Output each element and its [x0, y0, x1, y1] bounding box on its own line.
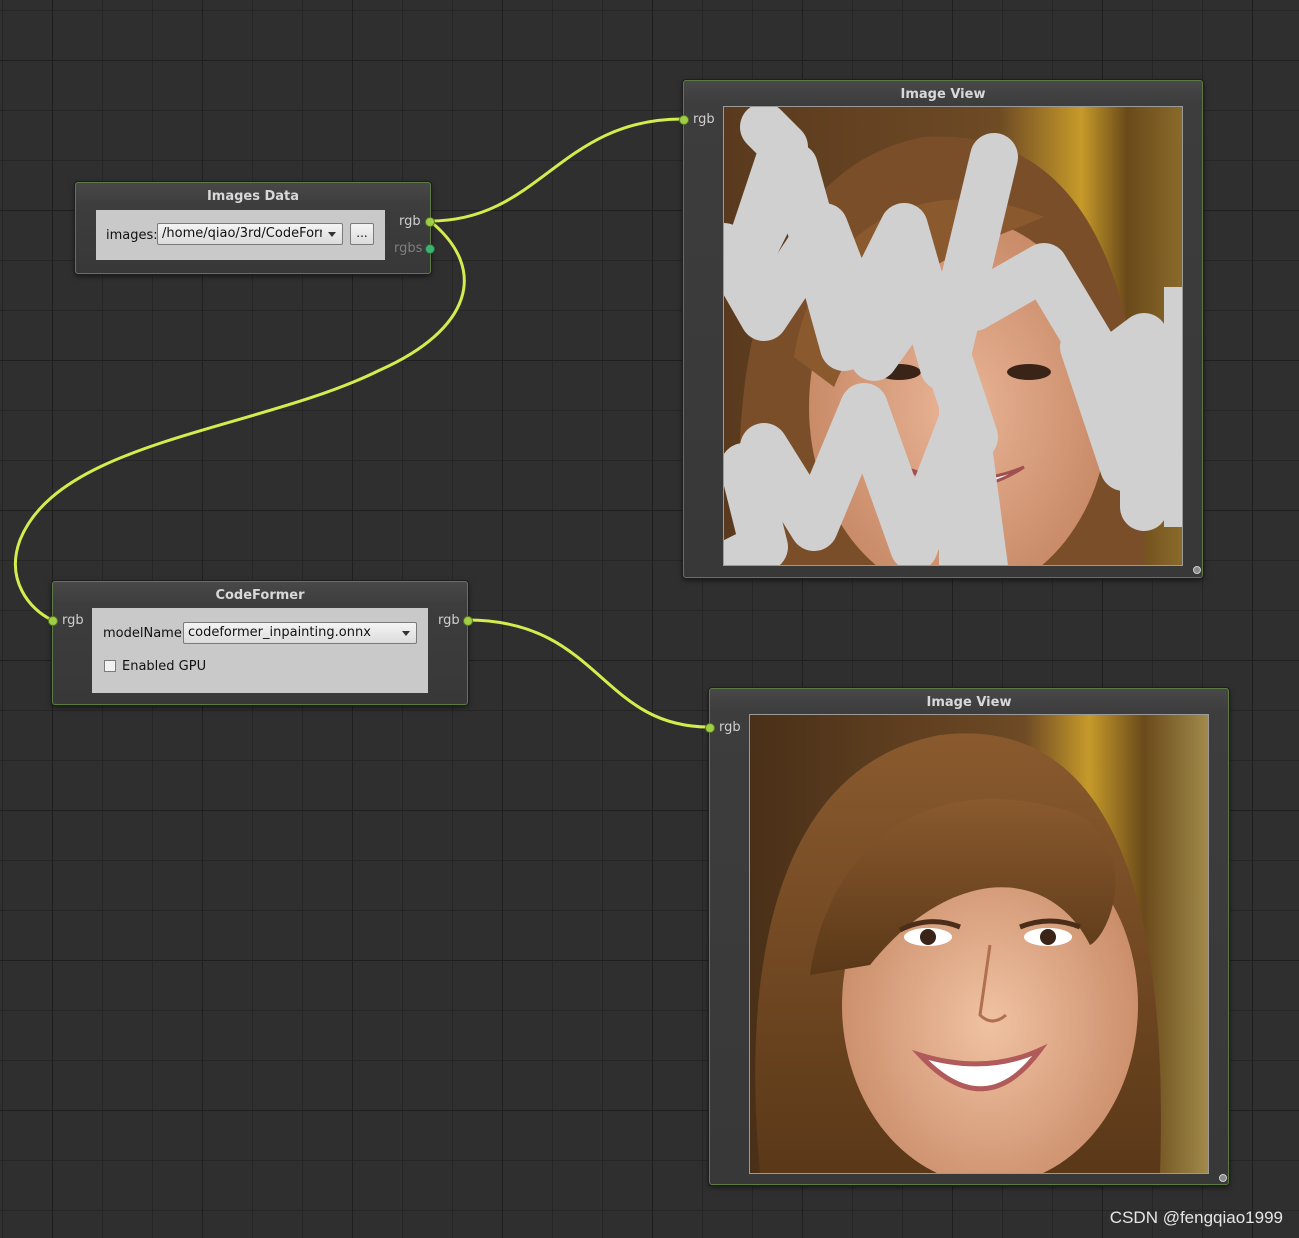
output-port-rgb[interactable]: [463, 616, 473, 626]
enabled-gpu-label: Enabled GPU: [122, 659, 207, 674]
input-port-label-rgb: rgb: [62, 613, 84, 628]
codeformer-node[interactable]: CodeFormer rgb modelName: codeformer_inp…: [48, 581, 473, 705]
input-port-rgb[interactable]: [48, 616, 58, 626]
masked-face-image: [723, 106, 1183, 566]
enabled-gpu-checkbox[interactable]: [104, 660, 116, 672]
images-data-panel: images: /home/qiao/3rd/CodeForme ...: [96, 210, 385, 260]
images-data-node[interactable]: Images Data images: /home/qiao/3rd/CodeF…: [75, 182, 435, 274]
output-port-label-rgbs: rgbs: [394, 241, 423, 256]
node-title: Image View: [900, 87, 986, 102]
output-port-label-rgb: rgb: [399, 214, 421, 229]
node-title: CodeFormer: [215, 588, 305, 603]
images-path-combo[interactable]: /home/qiao/3rd/CodeForme: [157, 223, 343, 245]
chevron-down-icon: [402, 631, 410, 636]
input-port-label-rgb: rgb: [719, 720, 741, 735]
output-port-label-rgb: rgb: [438, 613, 460, 628]
wire-codeformer-to-bottom-view[interactable]: [466, 618, 710, 729]
model-name-label: modelName:: [103, 626, 187, 641]
resize-handle[interactable]: [1219, 1174, 1227, 1182]
restored-face-image: [749, 714, 1209, 1174]
model-name-combo[interactable]: codeformer_inpainting.onnx: [183, 622, 417, 644]
images-label: images:: [106, 228, 158, 243]
resize-handle[interactable]: [1193, 566, 1201, 574]
browse-button[interactable]: ...: [350, 223, 374, 245]
model-name-value: codeformer_inpainting.onnx: [188, 625, 371, 640]
wire-images-to-top-view[interactable]: [429, 117, 683, 223]
output-port-rgb[interactable]: [425, 217, 435, 227]
input-port-rgb[interactable]: [705, 723, 715, 733]
input-port-label-rgb: rgb: [693, 112, 715, 127]
codeformer-panel: modelName: codeformer_inpainting.onnx En…: [92, 608, 428, 693]
image-view-node-top[interactable]: Image View rgb: [679, 80, 1203, 578]
watermark-text: CSDN @fengqiao1999: [1109, 1208, 1283, 1227]
output-port-rgbs[interactable]: [425, 244, 435, 254]
input-port-rgb[interactable]: [679, 115, 689, 125]
images-path-value: /home/qiao/3rd/CodeForme: [162, 226, 322, 241]
node-title: Image View: [926, 695, 1012, 710]
wire-images-to-codeformer[interactable]: [14, 219, 466, 622]
image-view-node-bottom[interactable]: Image View rgb: [705, 688, 1229, 1185]
chevron-down-icon: [328, 232, 336, 237]
node-title: Images Data: [206, 189, 300, 204]
